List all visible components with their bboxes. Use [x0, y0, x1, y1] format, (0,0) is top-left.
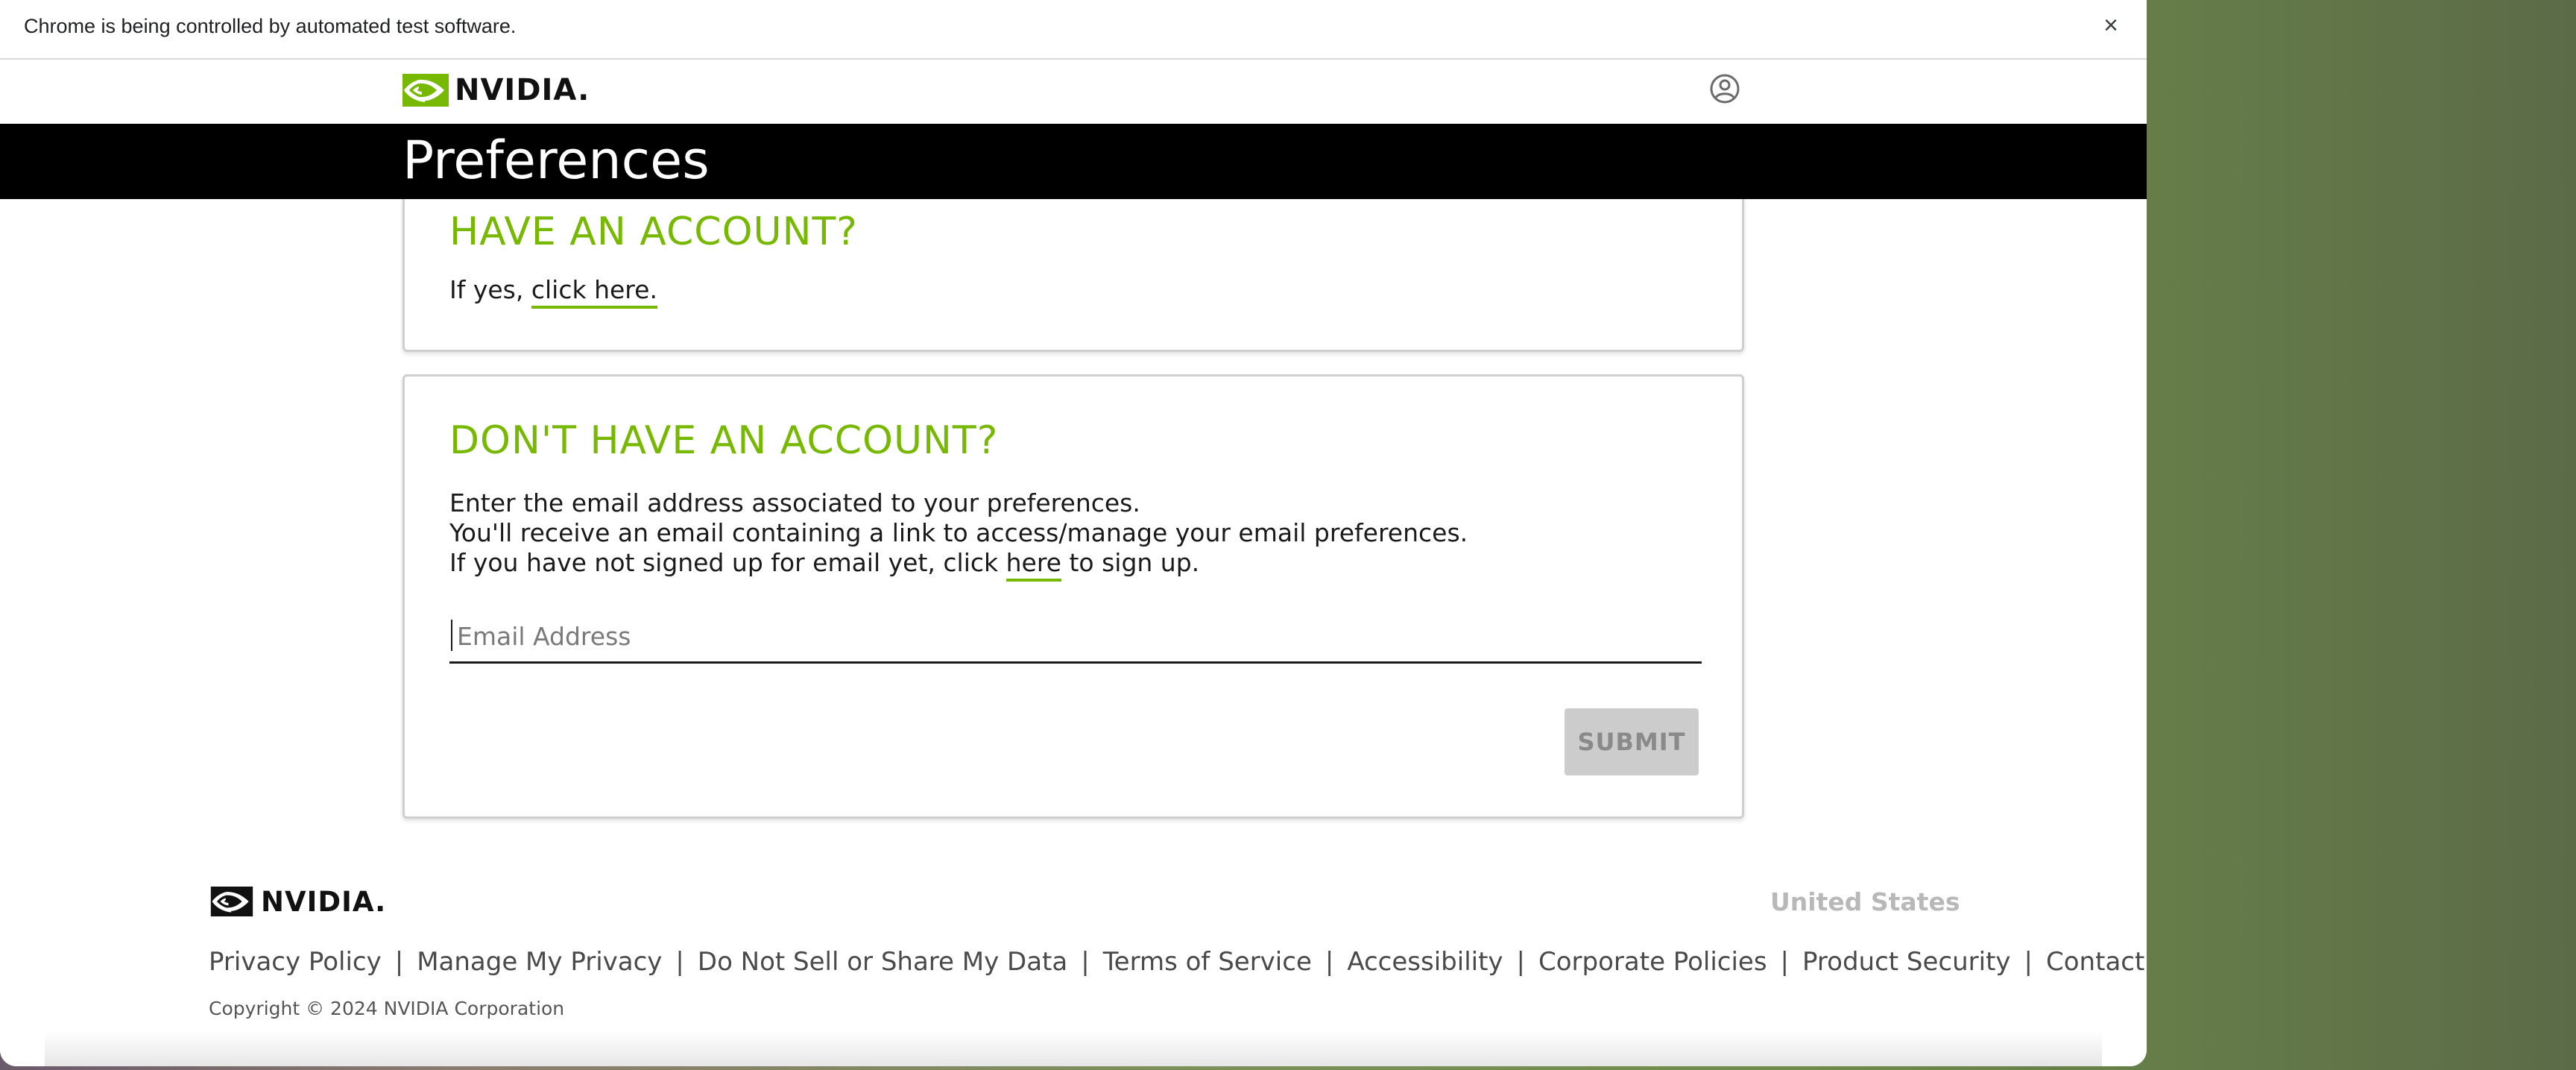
- email-field-container: [449, 614, 1702, 664]
- footer-separator: |: [1325, 947, 1334, 977]
- footer-link-accessibility[interactable]: Accessibility: [1347, 947, 1503, 977]
- text-caret: [451, 620, 452, 651]
- infobar-close-icon[interactable]: ×: [2096, 10, 2126, 40]
- region-selector[interactable]: United States: [1770, 887, 1960, 916]
- automation-infobar: Chrome is being controlled by automated …: [0, 0, 2147, 60]
- footer-link-product-security[interactable]: Product Security: [1802, 947, 2011, 977]
- site-header: [0, 60, 2147, 124]
- footer-separator: |: [1081, 947, 1090, 977]
- footer-links: Privacy Policy | Manage My Privacy | Do …: [209, 947, 2144, 977]
- footer-link-terms[interactable]: Terms of Service: [1103, 947, 1312, 977]
- have-account-card: HAVE AN ACCOUNT? If yes, click here.: [402, 186, 1744, 352]
- have-account-prefix: If yes,: [449, 275, 531, 304]
- instructions-line-1: Enter the email address associated to yo…: [449, 488, 1140, 517]
- instructions-line-3-after: to sign up.: [1061, 548, 1200, 577]
- login-link[interactable]: click here.: [531, 275, 657, 309]
- footer-separator: |: [2024, 947, 2033, 977]
- footer-separator: |: [1780, 947, 1790, 977]
- no-account-card: DON'T HAVE AN ACCOUNT? Enter the email a…: [402, 374, 1744, 819]
- submit-button[interactable]: SUBMIT: [1565, 708, 1699, 775]
- no-account-title: DON'T HAVE AN ACCOUNT?: [449, 418, 999, 463]
- browser-window: Chrome is being controlled by automated …: [0, 0, 2147, 1066]
- footer-separator: |: [675, 947, 684, 977]
- page-title-overlay: Preferences: [402, 130, 710, 191]
- nvidia-logo[interactable]: NVIDIA.: [402, 73, 590, 107]
- footer-link-do-not-sell[interactable]: Do Not Sell or Share My Data: [698, 947, 1067, 977]
- have-account-text: If yes, click here.: [449, 275, 657, 309]
- footer-nvidia-eye-icon: [210, 887, 253, 916]
- instructions-line-2: You'll receive an email containing a lin…: [449, 518, 1468, 547]
- footer-separator: |: [1516, 947, 1526, 977]
- page-banner-overlay: Preferences: [0, 124, 2147, 199]
- footer-link-corporate-policies[interactable]: Corporate Policies: [1538, 947, 1767, 977]
- instructions-line-3-before: If you have not signed up for email yet,…: [449, 548, 1006, 577]
- footer-nvidia-wordmark: NVIDIA.: [261, 885, 387, 918]
- nvidia-wordmark: NVIDIA.: [455, 73, 590, 107]
- nvidia-eye-icon: [402, 74, 449, 107]
- instructions-line-3: If you have not signed up for email yet,…: [449, 548, 1200, 582]
- have-account-title: HAVE AN ACCOUNT?: [449, 210, 858, 254]
- footer-link-contact[interactable]: Contact: [2046, 947, 2144, 977]
- footer-nvidia-logo[interactable]: NVIDIA.: [209, 885, 387, 918]
- footer-link-manage-privacy[interactable]: Manage My Privacy: [417, 947, 662, 977]
- email-input[interactable]: [449, 614, 1702, 658]
- footer-shadow: [45, 1031, 2102, 1066]
- copyright-text: Copyright © 2024 NVIDIA Corporation: [209, 998, 565, 1019]
- footer-link-privacy-policy[interactable]: Privacy Policy: [209, 947, 382, 977]
- signup-link[interactable]: here: [1006, 548, 1061, 582]
- user-circle-icon[interactable]: [1709, 73, 1740, 104]
- footer-separator: |: [394, 947, 404, 977]
- infobar-message: Chrome is being controlled by automated …: [24, 15, 517, 37]
